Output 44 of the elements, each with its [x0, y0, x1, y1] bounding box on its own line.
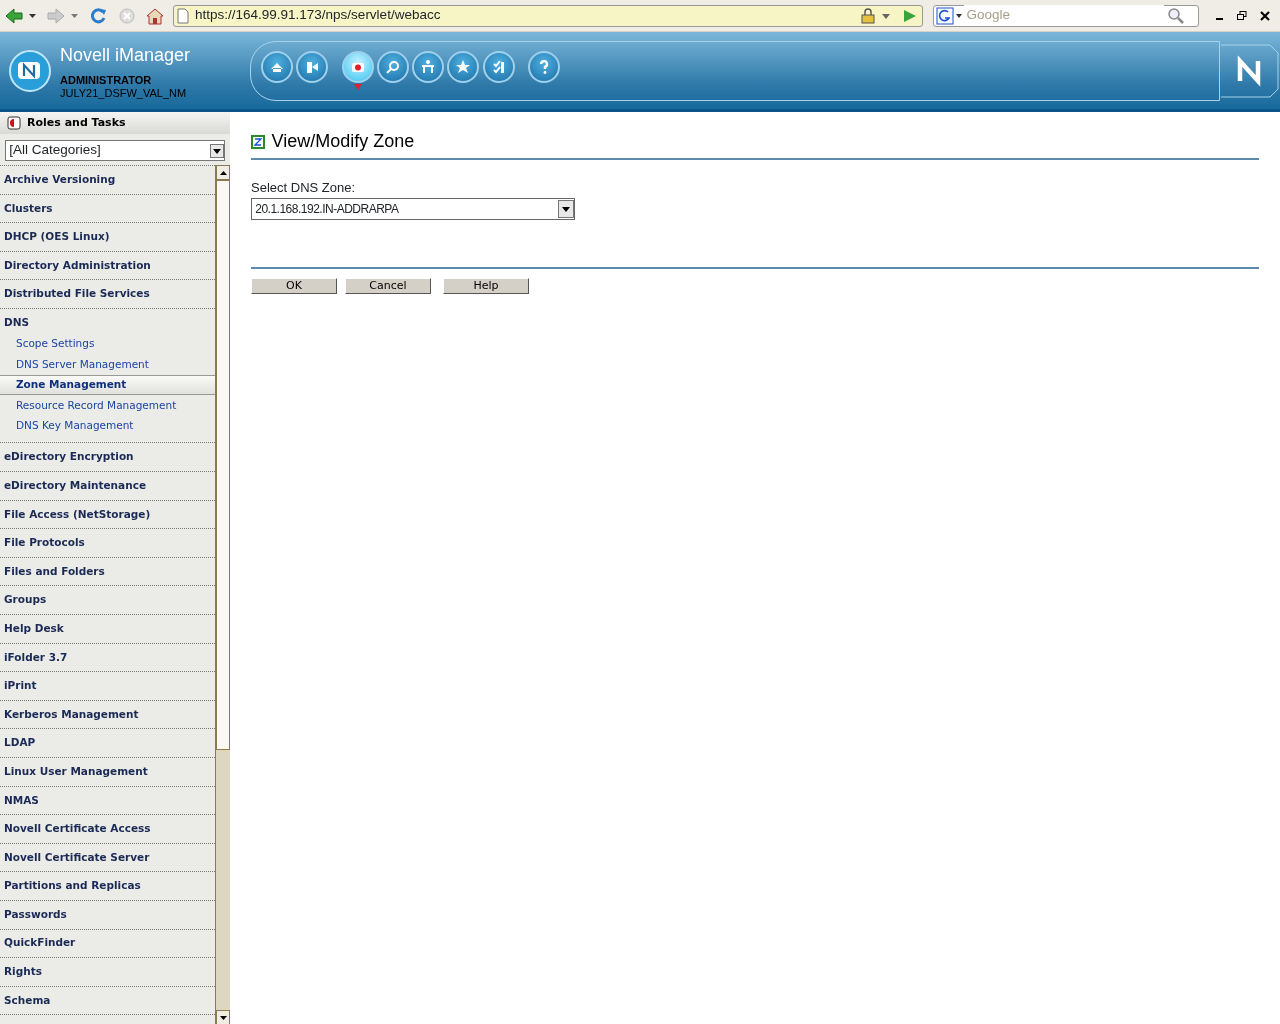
task-link[interactable]: DNS Key Management [0, 415, 215, 437]
toolbar-button[interactable] [447, 50, 480, 83]
task-link[interactable]: Zone Management [0, 374, 215, 396]
toolbar-button[interactable] [261, 50, 294, 83]
user-name: ADMINISTRATOR [60, 72, 153, 88]
dialog-button[interactable]: Help [443, 277, 529, 294]
caret-icon[interactable] [28, 13, 36, 18]
up-arrow-icon[interactable] [219, 170, 227, 175]
right-arrow-icon [47, 7, 66, 24]
toolbar-button[interactable] [527, 50, 560, 83]
panel-title: Roles and Tasks [27, 114, 126, 131]
category-link[interactable]: DNS [0, 308, 215, 334]
google-g-icon [933, 5, 964, 26]
toolbar-button[interactable] [482, 50, 515, 83]
toolbar-button[interactable] [296, 50, 329, 83]
padlock-icon [859, 7, 876, 24]
task-link[interactable]: Scope Settings [0, 333, 215, 355]
down-arrow-icon[interactable] [219, 1015, 227, 1020]
pointer-icon [352, 82, 363, 91]
restore-icon[interactable] [1237, 10, 1248, 21]
toolbar-button[interactable] [412, 50, 445, 83]
close-icon [118, 7, 135, 24]
task-link[interactable]: Resource Record Management [0, 395, 215, 416]
zone-icon [251, 134, 265, 149]
field-label: Select DNS Zone: [251, 179, 357, 198]
search-field[interactable]: Google [932, 4, 1199, 27]
left-arrow-icon [5, 7, 24, 24]
toolbar-button[interactable] [341, 50, 374, 83]
toolbar-button[interactable] [376, 50, 409, 83]
url-text: https://164.99.91.173/nps/servlet/webacc [195, 6, 442, 25]
tree-name: JULY21_DSFW_VAL_NM [60, 88, 188, 100]
circular-arrow-icon [89, 6, 108, 25]
roles-icon [6, 116, 21, 130]
address-bar[interactable]: https://164.99.91.173/nps/servlet/webacc [172, 4, 923, 27]
zone-dropdown[interactable]: 20.1.168.192.IN-ADDRARPA [251, 197, 575, 220]
scrollbar[interactable] [215, 165, 230, 1024]
page-title: View/Modify Zone [271, 130, 415, 153]
close-icon[interactable] [1260, 10, 1271, 21]
product-title: Novell iManager [60, 43, 191, 67]
dialog-button[interactable]: Cancel [345, 277, 431, 294]
category-dropdown[interactable]: [All Categories] [5, 140, 225, 161]
logo-orb-icon [8, 48, 52, 93]
dialog-button[interactable]: OK [251, 277, 337, 294]
task-link[interactable]: DNS Server Management [0, 354, 215, 375]
